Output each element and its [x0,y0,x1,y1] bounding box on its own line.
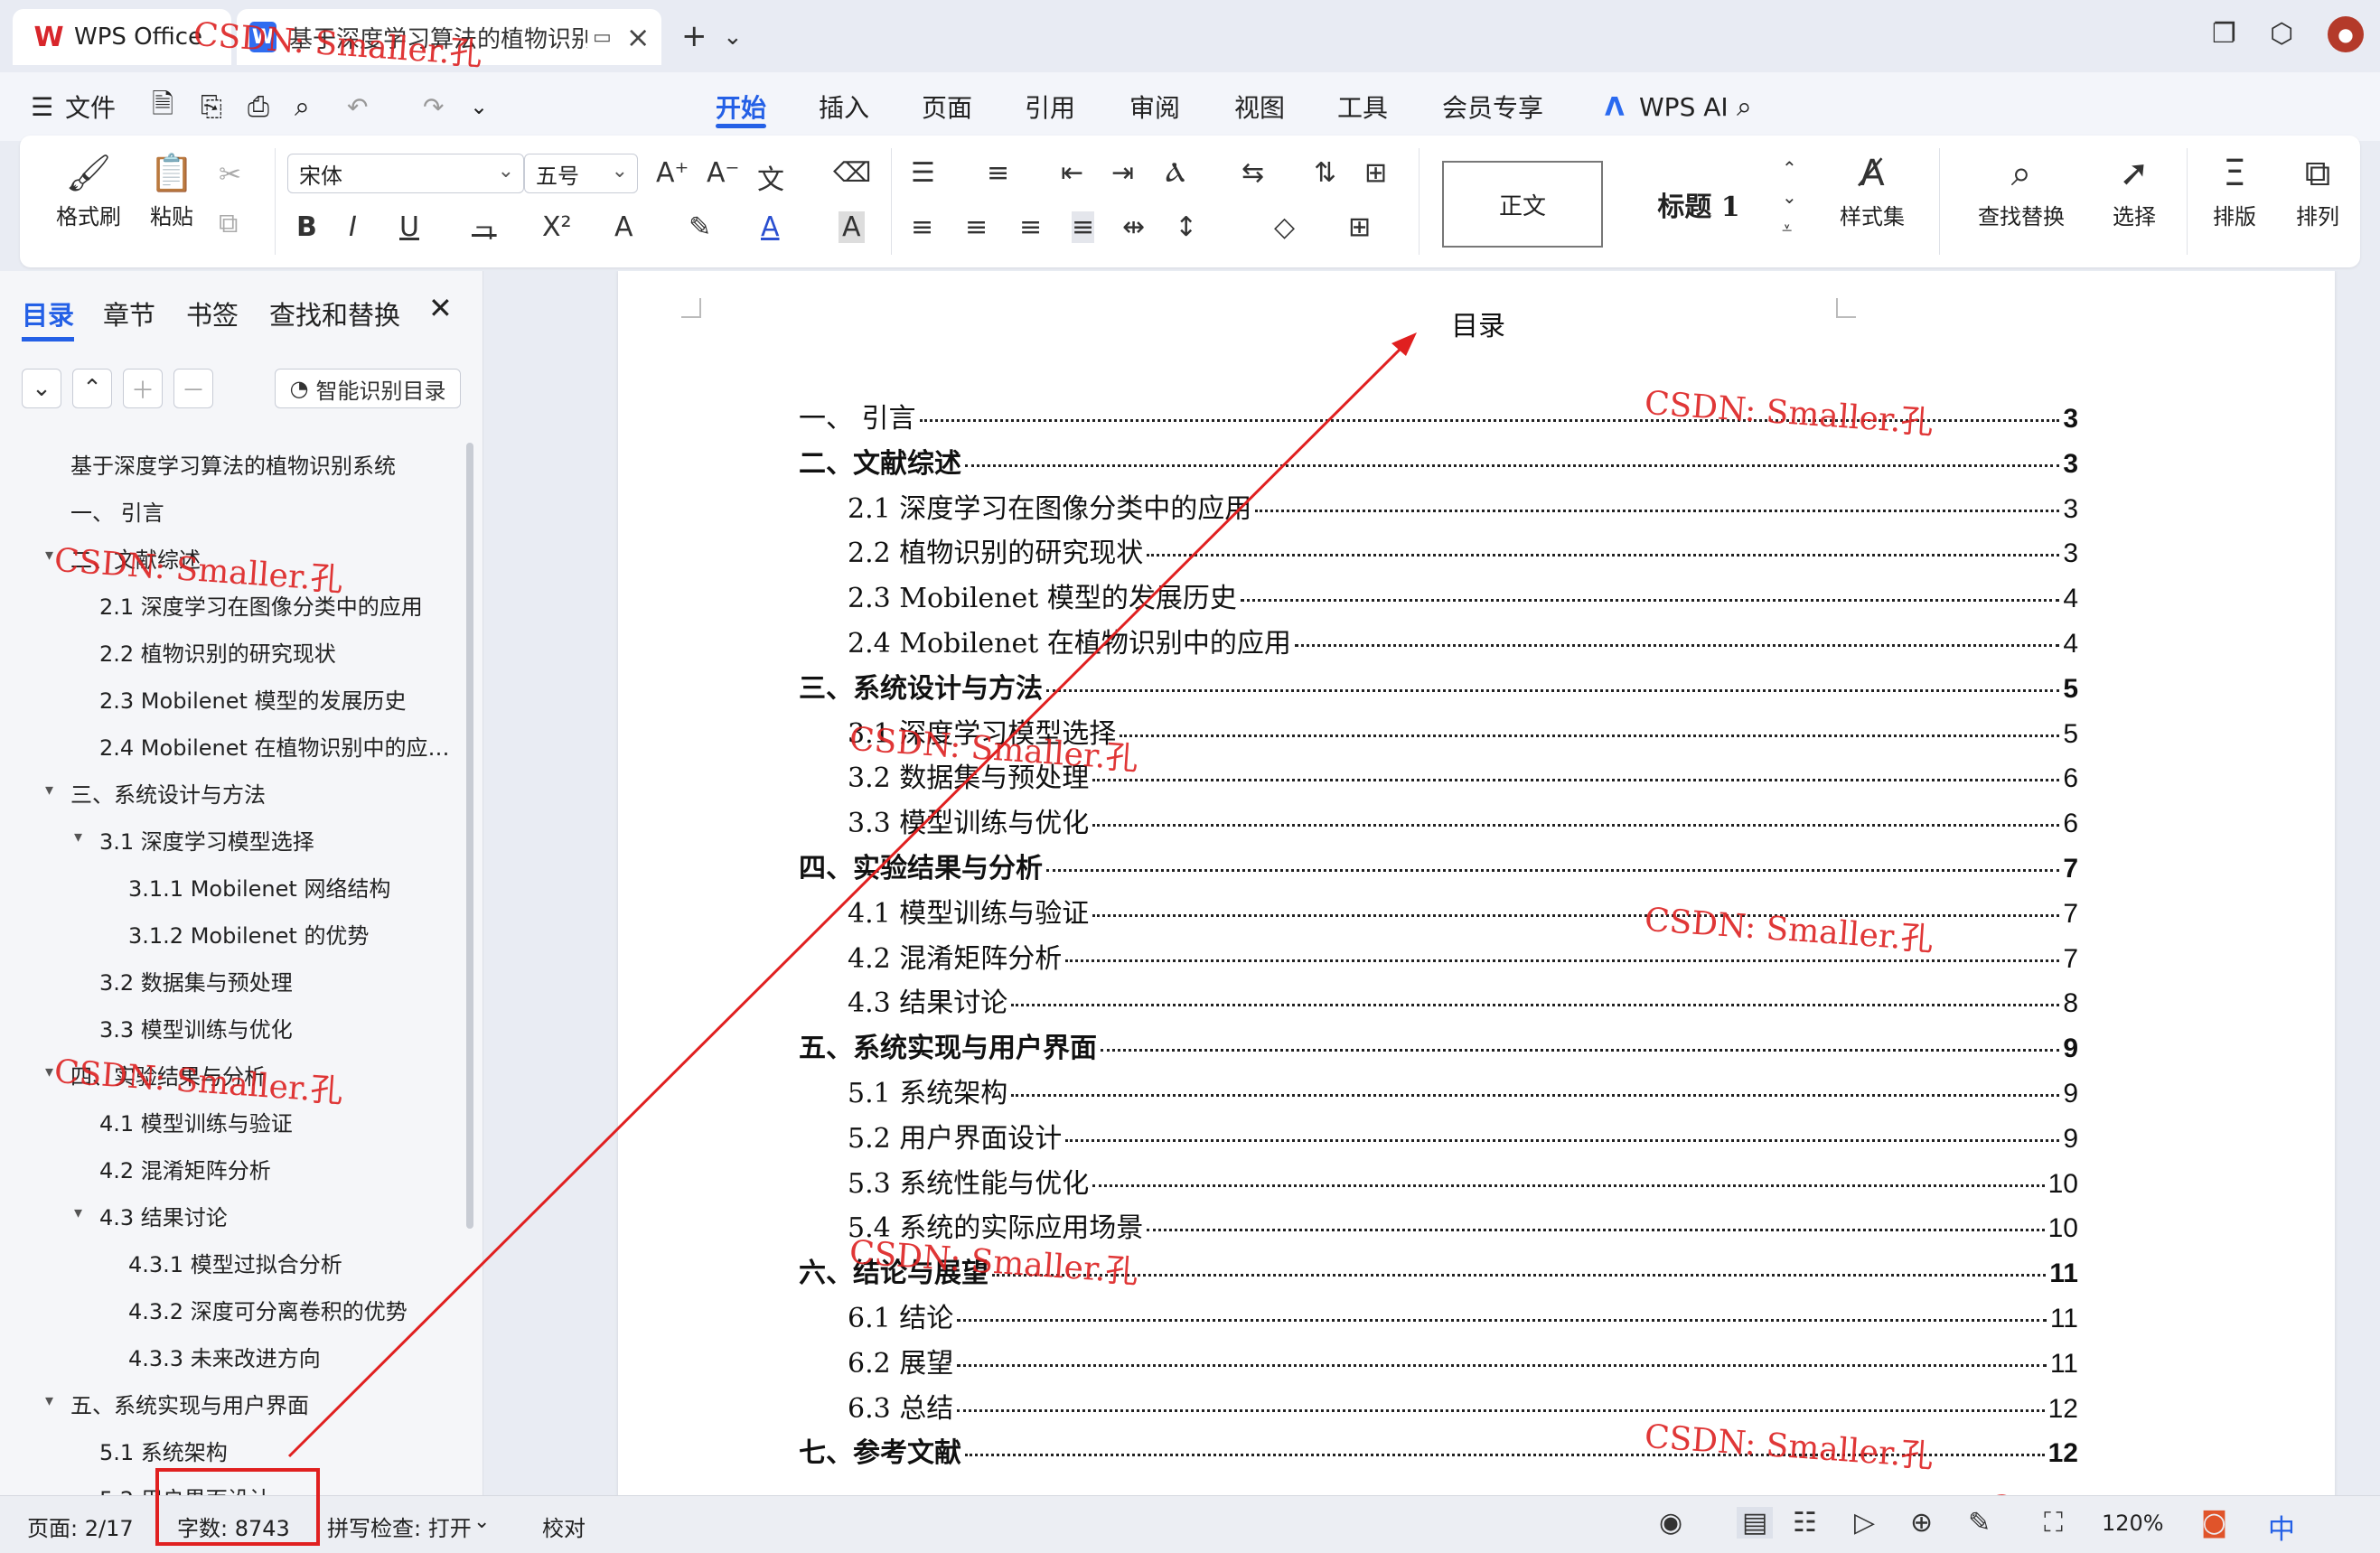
status-bar: 页面: 2/17 字数: 8743 拼写检查: 打开 ⌄ 校对 ◉ ▤ ☷ ▷ … [0,1495,2380,1553]
zoom-level[interactable]: 120% [2102,1511,2164,1536]
web-view-icon[interactable]: ⊕ [1910,1507,1933,1539]
eye-protection-icon[interactable]: ◉ [1659,1507,1682,1539]
pen-icon[interactable]: ✎ [1968,1507,1991,1539]
proofread-button[interactable]: 校对 [542,1511,586,1542]
page-indicator[interactable]: 页面: 2/17 [27,1511,134,1542]
play-icon[interactable]: ▷ [1854,1507,1875,1539]
arrow-line [287,338,1411,1458]
ime-icon[interactable]: 中 [2268,1507,2295,1547]
annotation-highlight-box [155,1468,320,1546]
annotation-arrow [287,332,1417,1458]
csdn-icon: ◙ [2201,1507,2228,1539]
spell-check-toggle[interactable]: 拼写检查: 打开 [327,1511,472,1542]
chevron-down-icon[interactable]: ⌄ [473,1511,490,1533]
page-view-icon[interactable]: ▤ [1737,1507,1774,1539]
outline-view-icon[interactable]: ☷ [1793,1507,1817,1539]
fit-page-icon[interactable]: ⛶ [2044,1507,2063,1539]
